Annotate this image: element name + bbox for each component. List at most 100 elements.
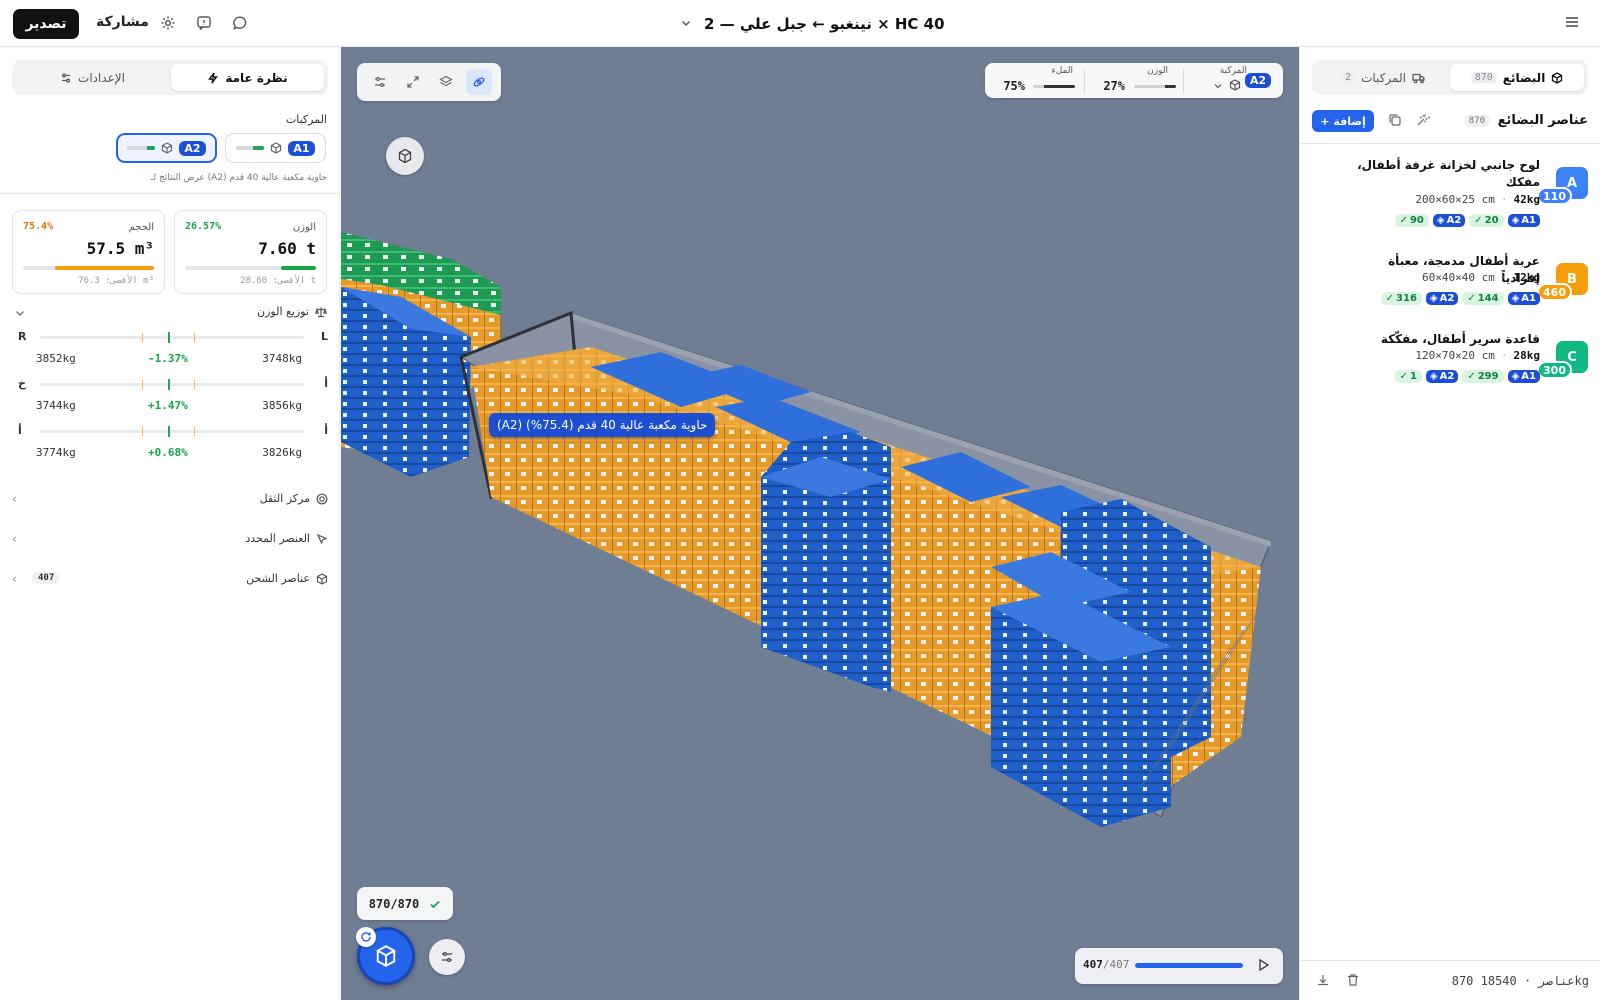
cargo-title: عناصر البضائع	[1497, 113, 1588, 128]
allocation-count: 316 ✓	[1380, 292, 1422, 305]
vehicle-chip-a1[interactable]: A1	[225, 133, 326, 163]
check-icon: ✓	[1399, 371, 1408, 382]
section-selected-item[interactable]: العنصر المحدد ‹	[12, 530, 328, 550]
tab-cargo-count: 870	[1470, 72, 1497, 83]
cargo-name: قاعدة سرير أطفال، مفكّكة	[1380, 332, 1540, 346]
check-icon	[430, 900, 440, 908]
fill-label: الملء	[1051, 66, 1074, 76]
chat-icon[interactable]	[231, 14, 249, 32]
progress-current: 407	[1083, 958, 1103, 971]
weight-distribution-header[interactable]: توزيع الوزن	[257, 305, 327, 318]
fill-value: 75%	[1003, 79, 1025, 93]
section-center-of-gravity[interactable]: مركز الثقل ‹	[12, 490, 328, 510]
cube-icon: ◈	[1511, 293, 1520, 304]
weight-percent: 26.57%	[185, 221, 222, 232]
playback-progress: 407/407	[1075, 948, 1283, 984]
cargo-count: 870	[1463, 115, 1490, 127]
gear-icon[interactable]	[159, 14, 177, 32]
right-tabs: 2 المركبات 870 البضائع	[1312, 60, 1588, 95]
volume-bar	[23, 266, 154, 270]
cube-icon: ◈	[1511, 371, 1520, 382]
layers-icon[interactable]	[433, 69, 459, 95]
view-cube-button[interactable]	[386, 137, 424, 175]
check-icon: ✓	[1474, 215, 1483, 226]
view-settings-icon[interactable]	[367, 69, 393, 95]
cube-icon	[376, 945, 396, 967]
download-icon[interactable]	[1316, 973, 1332, 989]
tab-overview[interactable]: نظرة عامة	[171, 64, 324, 91]
tab-settings-label: الإعدادات	[78, 70, 125, 85]
magic-wand-icon[interactable]	[1416, 113, 1432, 129]
add-label: إضافة	[1333, 114, 1366, 128]
right-panel: 2 المركبات 870 البضائع عناصر البضائع 870…	[1299, 47, 1600, 1000]
vehicle-fill-bar	[127, 146, 156, 150]
cargo-quantity: 460	[1537, 283, 1572, 301]
tab-cargo[interactable]: 870 البضائع	[1450, 64, 1584, 91]
tab-vehicles[interactable]: 2 المركبات	[1316, 64, 1450, 91]
container-scene[interactable]	[341, 47, 1299, 1000]
weight-distribution-title: توزيع الوزن	[257, 305, 309, 318]
weight-card: الوزن 26.57% 7.60 t الأقصى: 28.60 t	[174, 210, 327, 294]
side-label: أ	[324, 377, 328, 390]
chevron-down-icon[interactable]	[14, 307, 26, 322]
allocation-count: 144 ✓	[1462, 292, 1504, 305]
tab-settings[interactable]: الإعدادات	[16, 64, 169, 91]
vehicle-fill-bar	[236, 146, 265, 150]
section-shipping-items[interactable]: عناصر الشحن ‹ 407	[12, 570, 328, 590]
cargo-dimensions: 200×60×25 cm	[1415, 193, 1495, 206]
shipping-items-label: عناصر الشحن	[246, 572, 310, 585]
weight-deviation: +0.68%	[148, 446, 188, 459]
weight-kg: 3744kg	[36, 399, 76, 412]
orbit-icon[interactable]	[465, 69, 492, 95]
share-button[interactable]: مشاركة	[96, 14, 149, 30]
progress-total: 407	[1109, 958, 1130, 971]
cargo-header: عناصر البضائع 870 + إضافة	[1312, 110, 1588, 132]
side-label: خ	[18, 377, 26, 390]
trash-icon[interactable]	[1346, 973, 1362, 989]
add-cargo-button[interactable]: + إضافة	[1312, 110, 1374, 132]
scale-icon	[315, 307, 327, 317]
cargo-quantity: 110	[1537, 187, 1572, 205]
refresh-icon[interactable]	[356, 927, 376, 947]
menu-icon[interactable]	[1564, 14, 1582, 32]
cargo-name: لوح جانبي لخزانة غرفة أطفال، مفكك	[1357, 158, 1540, 189]
balance-track	[40, 426, 304, 437]
side-label: R	[18, 330, 27, 343]
pack-settings-button[interactable]	[429, 939, 465, 975]
3d-viewport[interactable]: A2 المركبة الوزن 27% الملء 75% (A2) حاوي…	[341, 47, 1299, 1000]
vehicle-chip-a2: A2 ◈	[1425, 370, 1459, 383]
play-icon[interactable]	[1255, 957, 1273, 975]
cube-icon: ◈	[1511, 215, 1520, 226]
cargo-weight: 42kg	[1513, 193, 1541, 206]
cargo-item[interactable]: B 460 عربة أطفال مدمجة، معبأة إفرادياً 6…	[1312, 253, 1588, 317]
allocation-count: 90 ✓	[1394, 214, 1429, 227]
tab-overview-label: نظرة عامة	[225, 70, 288, 85]
chevron-down-icon[interactable]	[1213, 81, 1223, 91]
check-icon: ✓	[1385, 293, 1395, 304]
cargo-summary: 870 عناصر · 18540kg	[1451, 974, 1589, 988]
progress-bar[interactable]	[1135, 963, 1243, 968]
export-button[interactable]: تصدير	[13, 9, 79, 39]
weight-deviation: -1.37%	[148, 352, 188, 365]
vehicle-chip-a2[interactable]: A2	[116, 133, 217, 163]
feedback-icon[interactable]	[195, 14, 213, 32]
vehicle-chip-a2: A2 ◈	[1432, 214, 1466, 227]
weight-max: الأقصى: 28.60 t	[240, 276, 316, 286]
selected-item-label: العنصر المحدد	[245, 532, 310, 545]
weight-label: الوزن	[1147, 66, 1168, 76]
truck-icon	[1412, 73, 1425, 83]
copy-icon[interactable]	[1388, 113, 1404, 129]
cargo-footer: 870 عناصر · 18540kg	[1300, 960, 1600, 1000]
divider	[1300, 143, 1600, 144]
vehicles-caption: عرض النتائج لـ (A2) حاوية مكعبة عالية 40…	[150, 173, 327, 183]
cargo-item[interactable]: C 300 قاعدة سرير أطفال، مفكّكة 120×70×20…	[1312, 331, 1588, 395]
box-icon	[271, 142, 282, 154]
placed-count-chip: 870/870	[357, 887, 453, 920]
expand-icon[interactable]	[400, 69, 426, 95]
title-dropdown-icon[interactable]	[680, 17, 692, 32]
weight-label: الوزن	[292, 222, 316, 233]
weight-value: 7.60 t	[258, 239, 316, 258]
allocation-count: 299 ✓	[1462, 370, 1504, 383]
vehicle-chip-a1: A1 ◈	[1507, 214, 1540, 227]
cargo-item[interactable]: A 110 لوح جانبي لخزانة غرفة أطفال، مفكك …	[1312, 157, 1588, 237]
